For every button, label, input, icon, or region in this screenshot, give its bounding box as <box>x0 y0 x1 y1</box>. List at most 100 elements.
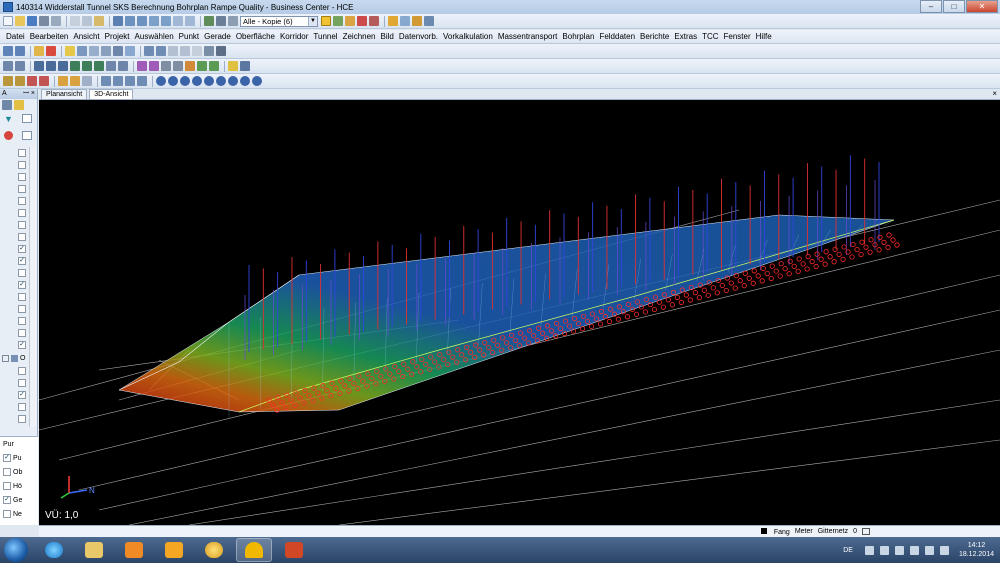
select-icon[interactable] <box>34 46 44 56</box>
truck-icon[interactable] <box>70 76 80 86</box>
layer-filter-dropdown[interactable]: Alle - Kopie (6) ▼ <box>240 15 318 27</box>
minimize-button[interactable]: – <box>920 0 942 13</box>
layer-checkbox[interactable] <box>18 173 26 181</box>
offset-icon[interactable] <box>168 46 178 56</box>
layer-checkbox[interactable] <box>18 269 26 277</box>
layer-checkbox[interactable] <box>18 161 26 169</box>
task-business-center[interactable] <box>236 538 272 562</box>
menu-bild[interactable]: Bild <box>381 32 394 41</box>
list-item[interactable]: Ob <box>0 465 38 479</box>
view-top-icon[interactable] <box>101 76 111 86</box>
layer-off-icon[interactable] <box>357 16 367 26</box>
layer-lock-icon[interactable] <box>345 16 355 26</box>
tab-planansicht[interactable]: Planansicht <box>41 89 88 99</box>
list-item[interactable]: ✓ Pu <box>0 451 38 465</box>
surface-icon[interactable] <box>70 61 80 71</box>
panel-close-icon[interactable]: × <box>31 90 35 97</box>
look-icon[interactable] <box>192 76 202 86</box>
join-icon[interactable] <box>180 46 190 56</box>
break-icon[interactable] <box>192 46 202 56</box>
walk-icon[interactable] <box>168 76 178 86</box>
show-hidden-icon[interactable] <box>864 545 874 555</box>
point-icon[interactable] <box>65 46 75 56</box>
light-icon[interactable] <box>216 76 226 86</box>
start-button[interactable] <box>4 538 28 562</box>
layer-checkbox-checked[interactable]: ✓ <box>18 257 26 265</box>
menu-datenvorb[interactable]: Datenvorb. <box>399 32 438 41</box>
task-media-player[interactable] <box>116 538 152 562</box>
redo-icon[interactable] <box>15 46 25 56</box>
layer-checkbox[interactable] <box>18 149 26 157</box>
profile-icon[interactable] <box>118 61 128 71</box>
menu-auswaehlen[interactable]: Auswählen <box>135 32 174 41</box>
image-icon[interactable] <box>185 61 195 71</box>
redraw-icon[interactable] <box>185 16 195 26</box>
network-icon[interactable] <box>879 545 889 555</box>
view-filter-icon[interactable] <box>228 16 238 26</box>
layer-checkbox-checked[interactable]: ✓ <box>18 245 26 253</box>
line-icon[interactable] <box>34 61 44 71</box>
report-icon[interactable] <box>197 61 207 71</box>
list-item[interactable]: Pur <box>0 437 38 451</box>
scale-icon[interactable] <box>125 46 135 56</box>
flag-icon[interactable] <box>894 545 904 555</box>
mass-haul-icon[interactable] <box>58 76 68 86</box>
zoom-in-icon[interactable] <box>125 16 135 26</box>
save-icon[interactable] <box>27 16 37 26</box>
grid-toggle[interactable]: Gitternetz <box>818 528 848 535</box>
menu-tcc[interactable]: TCC <box>702 32 718 41</box>
language-indicator[interactable]: DE <box>843 547 853 554</box>
layer-checkbox-checked[interactable]: ✓ <box>18 391 26 399</box>
layer-on-icon[interactable] <box>333 16 343 26</box>
copy-icon[interactable] <box>82 16 92 26</box>
item-checkbox[interactable] <box>3 468 11 476</box>
layer-checkbox[interactable] <box>18 233 26 241</box>
tunnel-icon[interactable] <box>137 61 147 71</box>
filter-funnel-icon[interactable]: ▼ <box>4 114 13 124</box>
layer-tool-icon[interactable] <box>2 100 12 110</box>
layer-new-icon[interactable] <box>14 100 24 110</box>
contour-icon[interactable] <box>82 61 92 71</box>
menu-hilfe[interactable]: Hilfe <box>756 32 772 41</box>
inverse-icon[interactable] <box>15 61 25 71</box>
expand-toggle-icon[interactable] <box>2 354 9 362</box>
layer-checkbox[interactable] <box>18 403 26 411</box>
cut-icon[interactable] <box>70 16 80 26</box>
item-checkbox-checked[interactable]: ✓ <box>3 454 11 462</box>
task-explorer[interactable] <box>76 538 112 562</box>
rotate-icon[interactable] <box>89 46 99 56</box>
task-powerpoint[interactable] <box>276 538 312 562</box>
zoom-previous-icon[interactable] <box>173 16 183 26</box>
filter-dropdown[interactable] <box>22 114 32 123</box>
lock-icon[interactable] <box>862 528 870 535</box>
export-icon[interactable] <box>209 61 219 71</box>
menu-punkt[interactable]: Punkt <box>179 32 199 41</box>
menu-fenster[interactable]: Fenster <box>724 32 751 41</box>
clock[interactable]: 14:12 18.12.2014 <box>959 541 994 559</box>
section-icon[interactable] <box>149 61 159 71</box>
coordinate-icon[interactable] <box>400 16 410 26</box>
blast-icon[interactable] <box>27 76 37 86</box>
layer-checkbox[interactable] <box>18 221 26 229</box>
view-iso-icon[interactable] <box>137 76 147 86</box>
layer-checkbox[interactable] <box>18 415 26 423</box>
shade-icon[interactable] <box>228 76 238 86</box>
close-button[interactable]: ✕ <box>966 0 998 13</box>
label-icon[interactable] <box>173 61 183 71</box>
open-folder-icon[interactable] <box>15 16 25 26</box>
menu-korridor[interactable]: Korridor <box>280 32 308 41</box>
list-item[interactable]: Hö <box>0 479 38 493</box>
texture-icon[interactable] <box>252 76 262 86</box>
layer-checkbox[interactable] <box>18 197 26 205</box>
explode-icon[interactable] <box>204 46 214 56</box>
color-palette-icon[interactable] <box>4 131 13 140</box>
edit-icon[interactable] <box>113 46 123 56</box>
wizard-icon[interactable] <box>240 61 250 71</box>
volume-icon[interactable] <box>94 61 104 71</box>
color-dropdown[interactable] <box>22 131 32 140</box>
layer-checkbox[interactable] <box>18 185 26 193</box>
menu-felddaten[interactable]: Felddaten <box>599 32 635 41</box>
info-icon[interactable] <box>412 16 422 26</box>
layer-checkbox[interactable] <box>18 305 26 313</box>
print-icon[interactable] <box>39 16 49 26</box>
